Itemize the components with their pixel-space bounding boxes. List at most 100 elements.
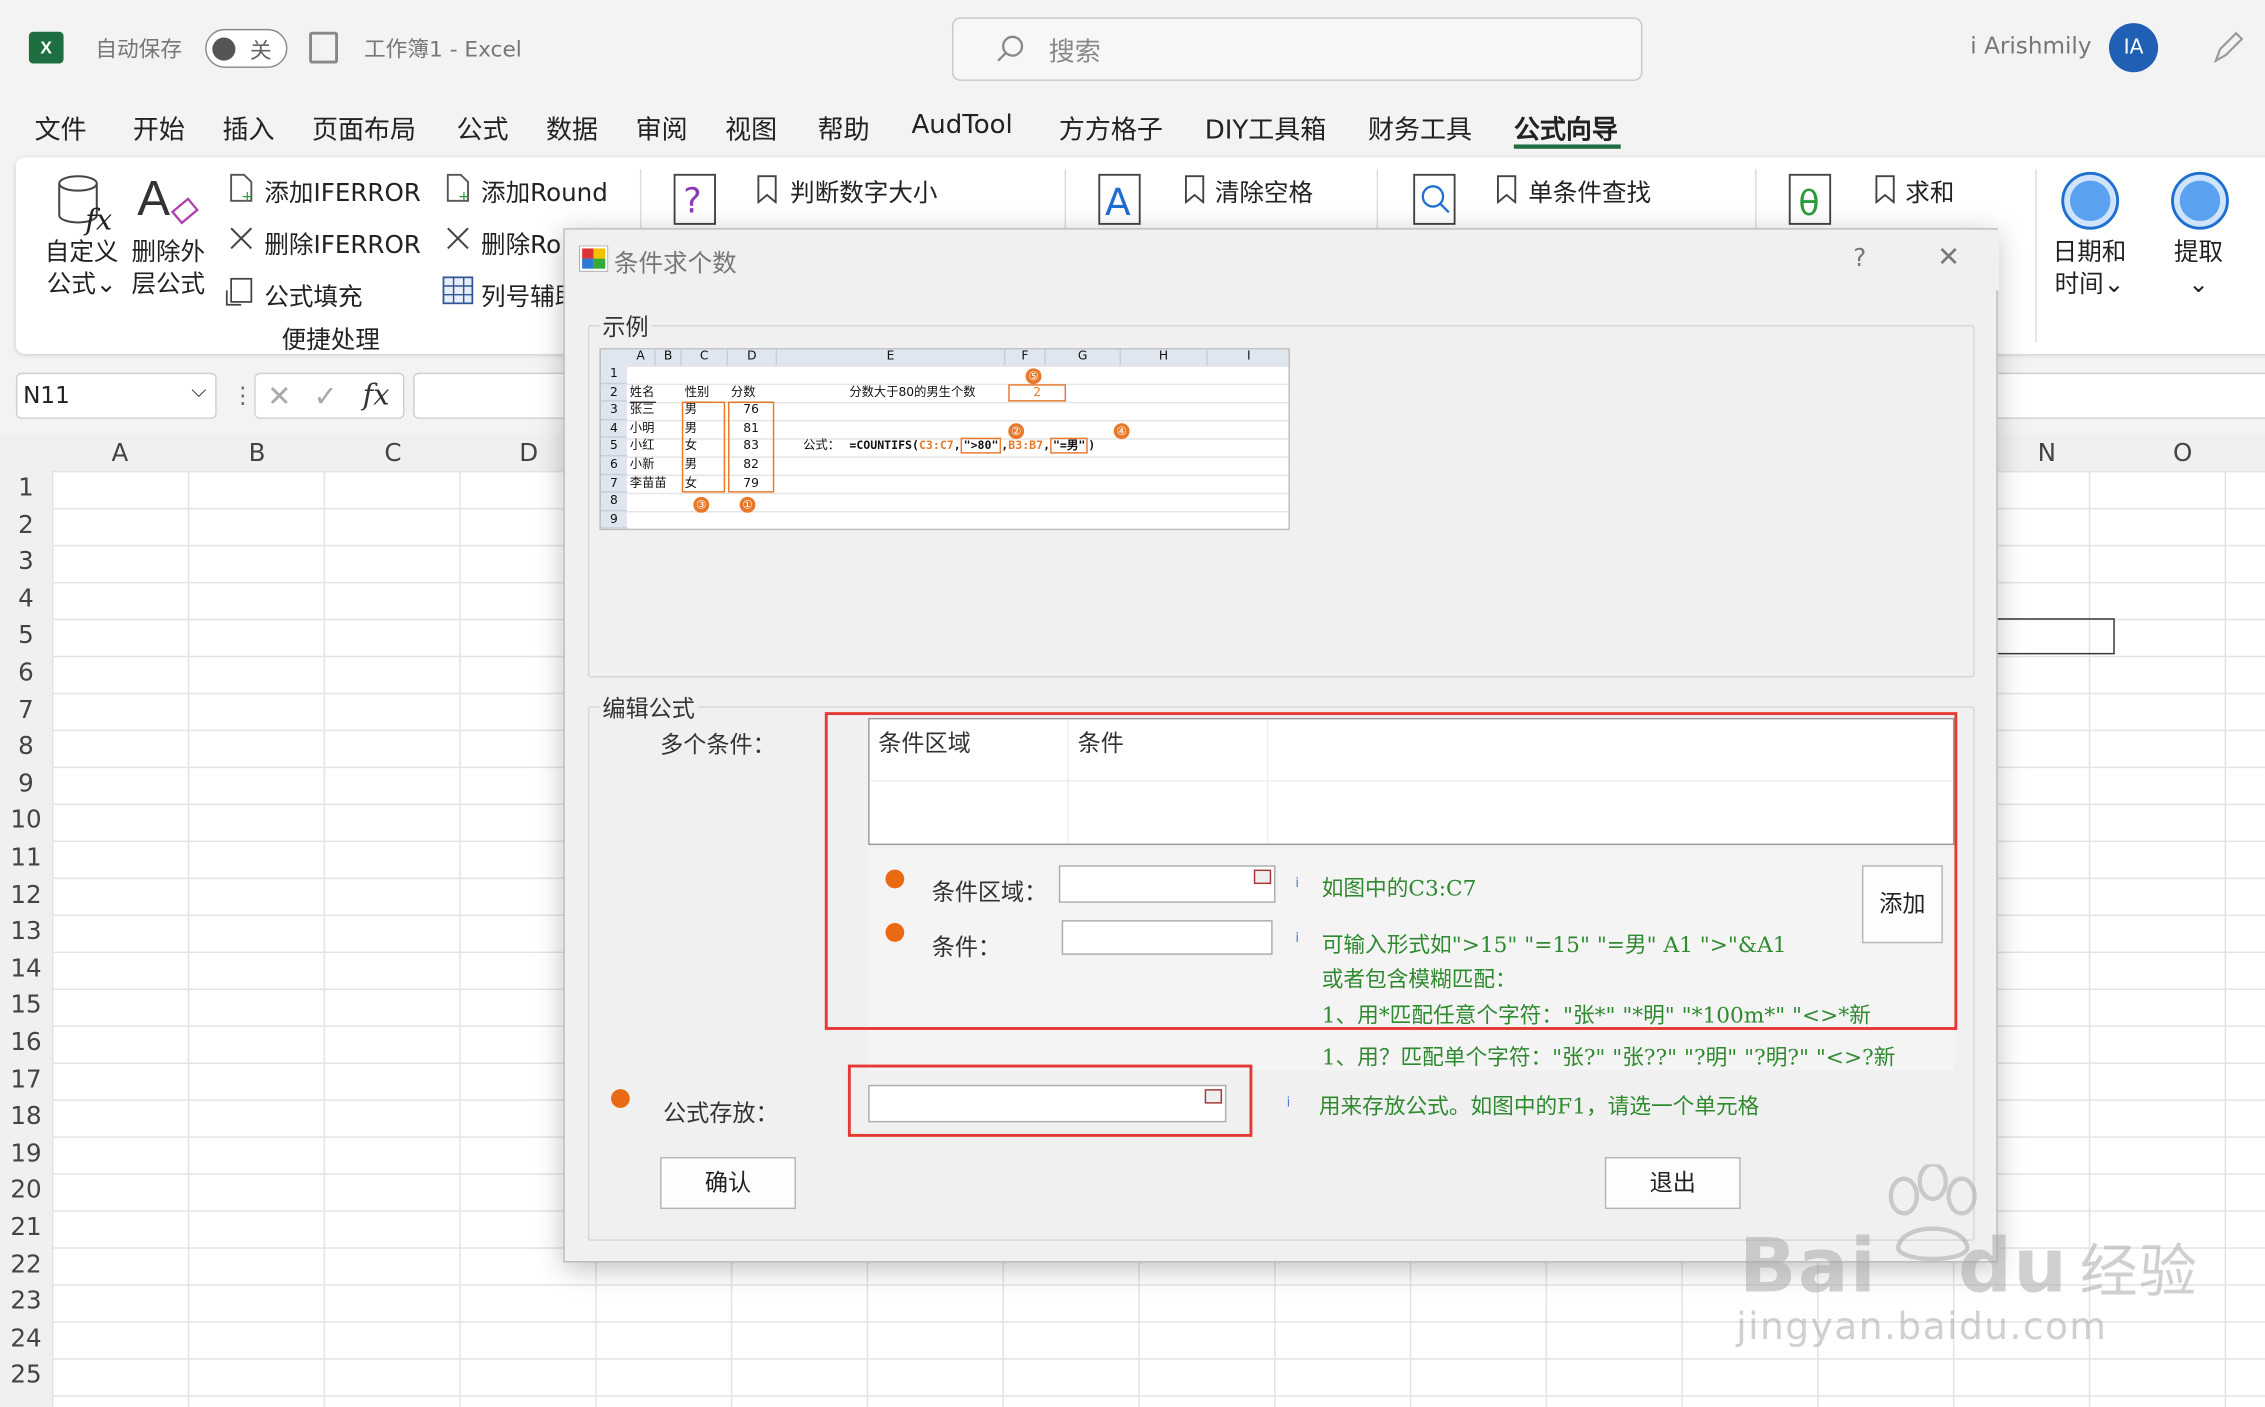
exit-button[interactable]: 退出: [1604, 1157, 1741, 1210]
tab-2[interactable]: 插入: [222, 110, 274, 148]
example-col-header: H: [1121, 349, 1208, 366]
row-header[interactable]: 3: [0, 544, 53, 582]
add-round-button[interactable]: 添加Round: [481, 172, 608, 208]
save-icon[interactable]: [309, 31, 339, 64]
row-header[interactable]: 16: [0, 1025, 53, 1063]
tab-8[interactable]: 帮助: [818, 110, 870, 148]
formula-part: ,: [1001, 439, 1009, 453]
help-button[interactable]: ?: [1853, 244, 1866, 273]
add-iferror-button[interactable]: 添加IFERROR: [264, 172, 421, 208]
date-time-line1: 日期和: [2052, 238, 2127, 268]
delete-iferror-button[interactable]: 删除IFERROR: [264, 224, 421, 260]
autosave-toggle[interactable]: 关: [205, 28, 288, 68]
single-lookup-button[interactable]: 单条件查找: [1528, 172, 1651, 208]
row-header[interactable]: 12: [0, 877, 53, 915]
delete-outer-formula-icon: A: [137, 172, 199, 226]
row-header[interactable]: 23: [0, 1284, 53, 1322]
tab-7[interactable]: 视图: [725, 110, 777, 148]
custom-formula-button[interactable]: 自定义 公式⌄: [45, 237, 119, 301]
row-header[interactable]: 9: [0, 766, 53, 804]
example-name: 小红: [629, 439, 655, 455]
column-header[interactable]: A: [52, 433, 188, 471]
row-header[interactable]: 2: [0, 507, 53, 545]
extract-button[interactable]: 提取 ⌄: [2174, 237, 2223, 301]
document-title: 工作簿1 - Excel: [364, 36, 522, 63]
formula-fill-button[interactable]: 公式填充: [264, 276, 362, 312]
row-header[interactable]: 25: [0, 1358, 53, 1396]
delete-outer-formula-button[interactable]: 删除外 层公式: [131, 237, 205, 301]
column-header[interactable]: O: [2114, 433, 2251, 471]
tab-5[interactable]: 数据: [546, 110, 598, 148]
selected-cell[interactable]: [1993, 618, 2115, 655]
delete-round-icon: [447, 227, 469, 250]
row-header[interactable]: 5: [0, 618, 53, 656]
formula-part: ,: [1043, 439, 1051, 453]
row-header[interactable]: 20: [0, 1173, 53, 1211]
confirm-icon[interactable]: ✓: [313, 378, 337, 413]
example-screenshot: ABCDEFGHI 123456789 姓名 性别 分数 张三男 76 小明男 81 小红女 8…: [599, 348, 1290, 531]
row-header[interactable]: 1: [0, 470, 53, 508]
custom-formula-icon: fx: [58, 175, 112, 236]
formula-store-label: 公式存放：: [663, 1099, 779, 1127]
column-header[interactable]: B: [189, 433, 326, 471]
row-header[interactable]: 21: [0, 1210, 53, 1248]
tab-3[interactable]: 页面布局: [312, 110, 416, 148]
delete-round-button[interactable]: 删除Ro: [481, 224, 561, 260]
close-button[interactable]: ✕: [1937, 241, 1960, 273]
cancel-icon[interactable]: ✕: [267, 378, 291, 413]
row-header[interactable]: 8: [0, 729, 53, 767]
row-header[interactable]: 7: [0, 692, 53, 730]
pen-icon[interactable]: [2210, 29, 2245, 67]
extract-label: 提取: [2173, 238, 2224, 268]
ok-button[interactable]: 确认: [660, 1157, 796, 1210]
store-indicator-icon: [611, 1089, 630, 1108]
row-header[interactable]: 13: [0, 914, 53, 952]
row-header[interactable]: 24: [0, 1321, 53, 1359]
tab-11[interactable]: DIY工具箱: [1205, 110, 1327, 148]
row-header[interactable]: 11: [0, 840, 53, 878]
name-box[interactable]: N11 ⌵: [15, 372, 217, 419]
svg-text:fx: fx: [83, 203, 112, 236]
svg-text:+: +: [458, 189, 470, 204]
row-header[interactable]: 10: [0, 803, 53, 841]
row-header[interactable]: 14: [0, 951, 53, 989]
example-name: 小明: [629, 421, 655, 436]
example-row-header: 3: [600, 402, 627, 421]
row-header[interactable]: 4: [0, 581, 53, 619]
row-header[interactable]: 6: [0, 655, 53, 693]
delete-outer-line1: 删除外: [131, 238, 206, 268]
delete-outer-line2: 层公式: [131, 270, 206, 300]
fx-icon[interactable]: fx: [363, 377, 390, 412]
row-header[interactable]: 22: [0, 1247, 53, 1285]
example-row-header: 1: [600, 365, 627, 384]
tab-4[interactable]: 公式: [456, 110, 508, 148]
formula-fill-icon: [225, 277, 253, 306]
tab-12[interactable]: 财务工具: [1368, 110, 1472, 148]
clear-spaces-button[interactable]: 清除空格: [1215, 172, 1313, 208]
tab-13[interactable]: 公式向导: [1514, 110, 1618, 148]
tab-0[interactable]: 文件: [35, 110, 87, 148]
column-header[interactable]: C: [325, 433, 461, 471]
date-time-button[interactable]: 日期和 时间⌄: [2053, 237, 2127, 301]
row-header[interactable]: 17: [0, 1062, 53, 1100]
search-box[interactable]: 搜索: [951, 17, 1643, 81]
tab-6[interactable]: 审阅: [636, 110, 688, 148]
watermark-logo-text: Bai: [1739, 1223, 1878, 1311]
avatar[interactable]: IA: [2108, 23, 2159, 73]
chevron-down-icon[interactable]: ⌵: [191, 380, 206, 403]
row-header[interactable]: 19: [0, 1136, 53, 1174]
multi-condition-label: 多个条件：: [660, 730, 776, 759]
more-options-icon[interactable]: ⋮: [231, 381, 254, 408]
tab-9[interactable]: AudTool: [911, 110, 1012, 140]
svg-text:A: A: [1105, 180, 1131, 224]
tab-10[interactable]: 方方格子: [1059, 110, 1163, 148]
column-header[interactable]: N: [1978, 433, 2115, 471]
custom-formula-line1: 自定义: [44, 238, 119, 268]
tab-1[interactable]: 开始: [133, 110, 185, 148]
row-header[interactable]: 15: [0, 988, 53, 1026]
edit-group-label: 编辑公式: [599, 689, 698, 724]
example-col-header: A: [627, 349, 656, 366]
sum-button[interactable]: 求和: [1905, 172, 1954, 208]
row-header[interactable]: 18: [0, 1099, 53, 1137]
judge-number-button[interactable]: 判断数字大小: [790, 172, 937, 208]
